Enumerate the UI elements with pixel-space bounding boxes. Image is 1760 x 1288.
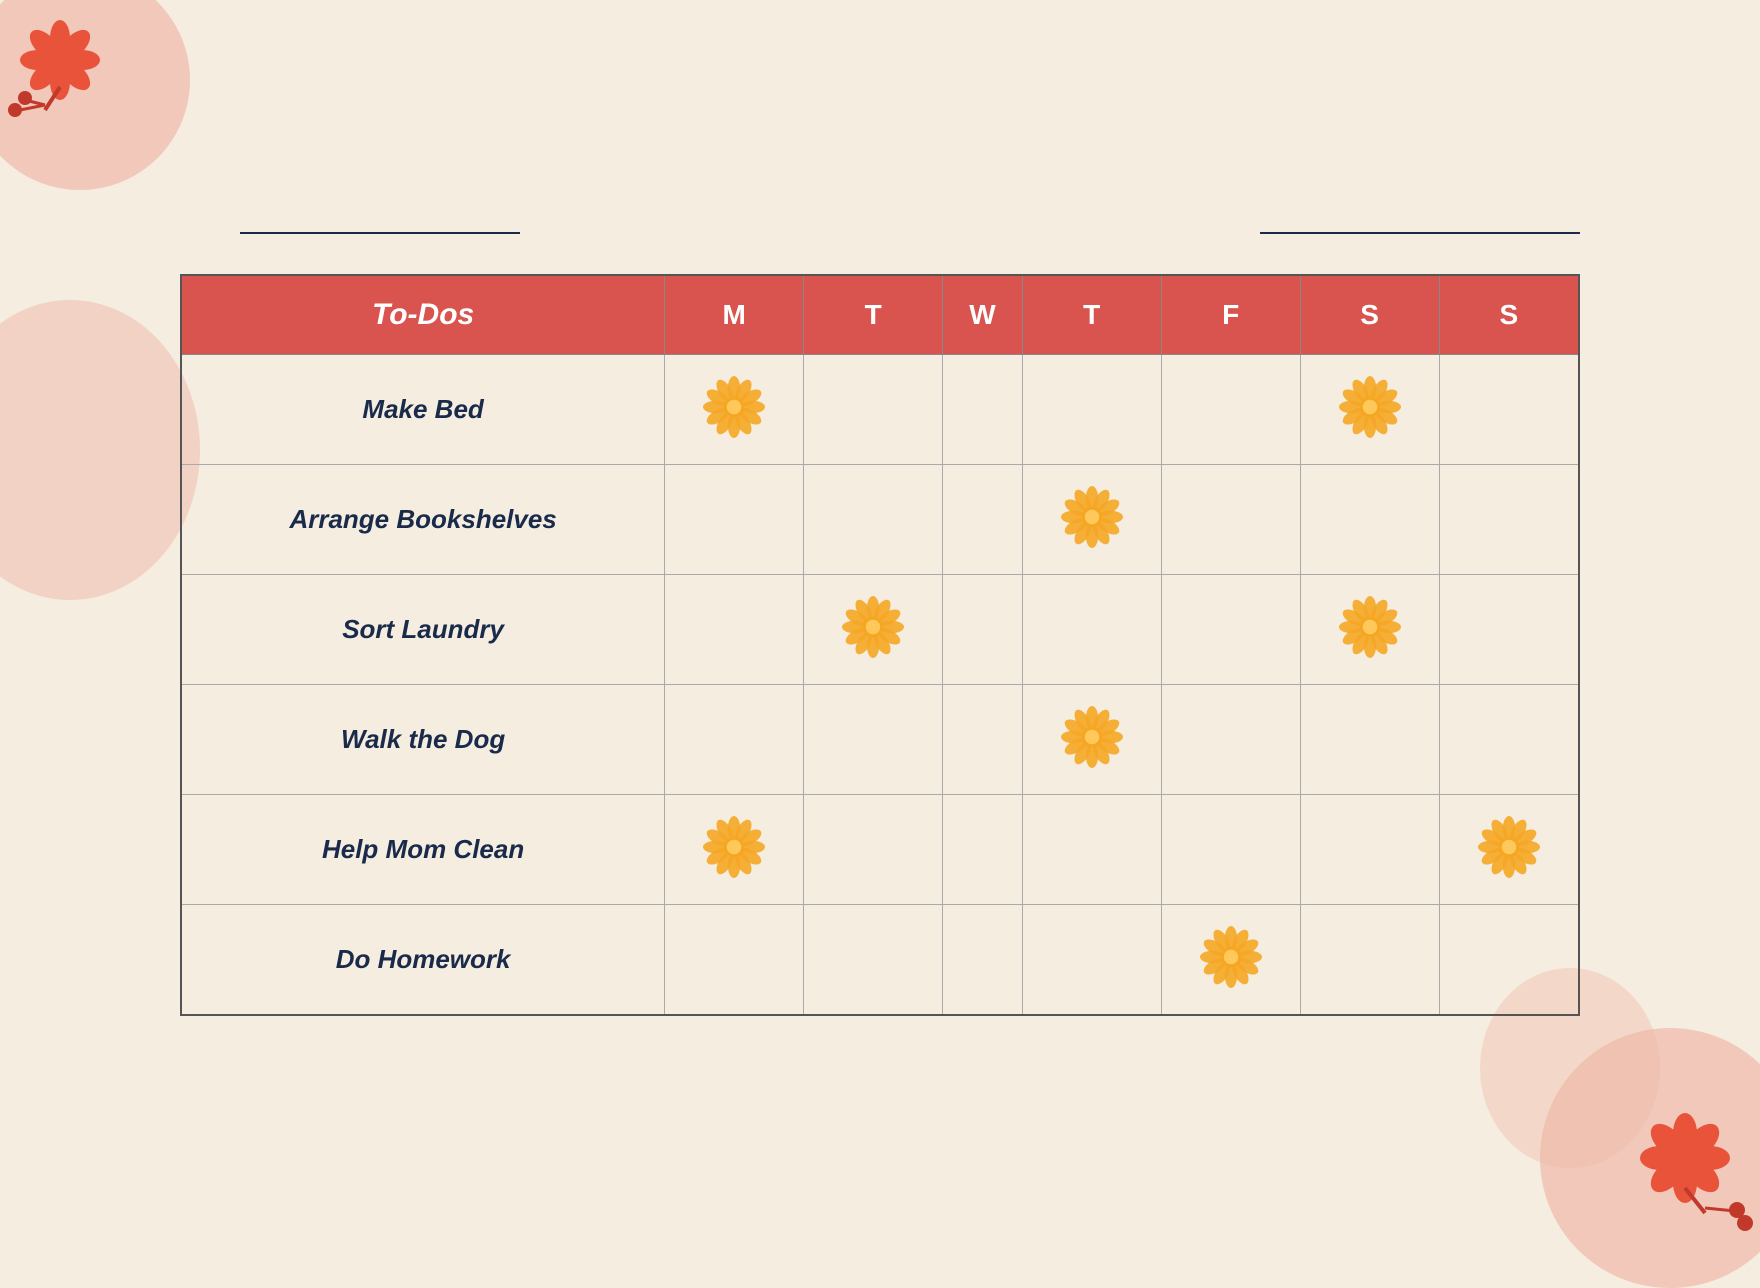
day-cell <box>804 685 943 795</box>
table-row: Walk the Dog <box>181 685 1579 795</box>
col-header-sat: S <box>1300 275 1439 355</box>
main-content: To-Dos M T W T F S S Make Bed <box>0 0 1760 1248</box>
day-cell <box>1022 575 1161 685</box>
day-cell <box>1022 355 1161 465</box>
day-cell <box>804 575 943 685</box>
reward-line <box>1260 232 1580 234</box>
day-cell <box>1161 905 1300 1015</box>
task-name: Sort Laundry <box>342 614 504 644</box>
day-cell <box>943 575 1022 685</box>
col-header-thu: T <box>1022 275 1161 355</box>
col-header-fri: F <box>1161 275 1300 355</box>
day-cell <box>943 355 1022 465</box>
day-cell <box>1439 905 1579 1015</box>
day-cell <box>1300 905 1439 1015</box>
task-name: Do Homework <box>336 944 511 974</box>
day-cell <box>804 355 943 465</box>
day-cell <box>1300 685 1439 795</box>
task-name: Help Mom Clean <box>322 834 524 864</box>
day-cell <box>665 685 804 795</box>
day-cell <box>1022 685 1161 795</box>
day-cell <box>943 795 1022 905</box>
belongs-to-line <box>240 232 520 234</box>
flower-icon <box>1061 706 1123 768</box>
day-cell <box>1439 465 1579 575</box>
day-cell <box>1439 795 1579 905</box>
table-row: Do Homework <box>181 905 1579 1015</box>
day-cell <box>1022 905 1161 1015</box>
task-cell: Walk the Dog <box>181 685 665 795</box>
table-row: Sort Laundry <box>181 575 1579 685</box>
task-cell: Help Mom Clean <box>181 795 665 905</box>
day-cell <box>1439 685 1579 795</box>
task-cell: Make Bed <box>181 355 665 465</box>
flower-icon <box>1478 816 1540 878</box>
day-cell <box>665 465 804 575</box>
col-header-wed: W <box>943 275 1022 355</box>
flower-icon <box>1200 926 1262 988</box>
task-name: Arrange Bookshelves <box>289 504 556 534</box>
day-cell <box>665 355 804 465</box>
day-cell <box>1161 685 1300 795</box>
day-cell <box>665 795 804 905</box>
col-header-todos: To-Dos <box>181 275 665 355</box>
day-cell <box>1439 575 1579 685</box>
table-row: Make Bed <box>181 355 1579 465</box>
day-cell <box>665 575 804 685</box>
day-cell <box>1161 795 1300 905</box>
task-cell: Sort Laundry <box>181 575 665 685</box>
flower-icon <box>703 376 765 438</box>
header-row <box>180 232 1580 234</box>
day-cell <box>804 795 943 905</box>
day-cell <box>943 465 1022 575</box>
table-header-row: To-Dos M T W T F S S <box>181 275 1579 355</box>
table-row: Help Mom Clean <box>181 795 1579 905</box>
day-cell <box>1300 465 1439 575</box>
flower-icon <box>1061 486 1123 548</box>
flower-icon <box>1339 596 1401 658</box>
table-row: Arrange Bookshelves <box>181 465 1579 575</box>
day-cell <box>1161 465 1300 575</box>
day-cell <box>665 905 804 1015</box>
day-cell <box>1022 465 1161 575</box>
day-cell <box>1300 355 1439 465</box>
task-name: Walk the Dog <box>341 724 505 754</box>
day-cell <box>1439 355 1579 465</box>
day-cell <box>1161 575 1300 685</box>
day-cell <box>804 465 943 575</box>
day-cell <box>943 905 1022 1015</box>
reward-table: To-Dos M T W T F S S Make Bed <box>180 274 1580 1016</box>
day-cell <box>1300 795 1439 905</box>
task-name: Make Bed <box>362 394 483 424</box>
day-cell <box>1161 355 1300 465</box>
col-header-sun: S <box>1439 275 1579 355</box>
reward-group <box>1240 232 1580 234</box>
flower-icon <box>1339 376 1401 438</box>
task-cell: Do Homework <box>181 905 665 1015</box>
col-header-mon: M <box>665 275 804 355</box>
flower-icon <box>842 596 904 658</box>
task-cell: Arrange Bookshelves <box>181 465 665 575</box>
day-cell <box>943 685 1022 795</box>
flower-icon <box>703 816 765 878</box>
day-cell <box>804 905 943 1015</box>
day-cell <box>1300 575 1439 685</box>
col-header-tue: T <box>804 275 943 355</box>
day-cell <box>1022 795 1161 905</box>
